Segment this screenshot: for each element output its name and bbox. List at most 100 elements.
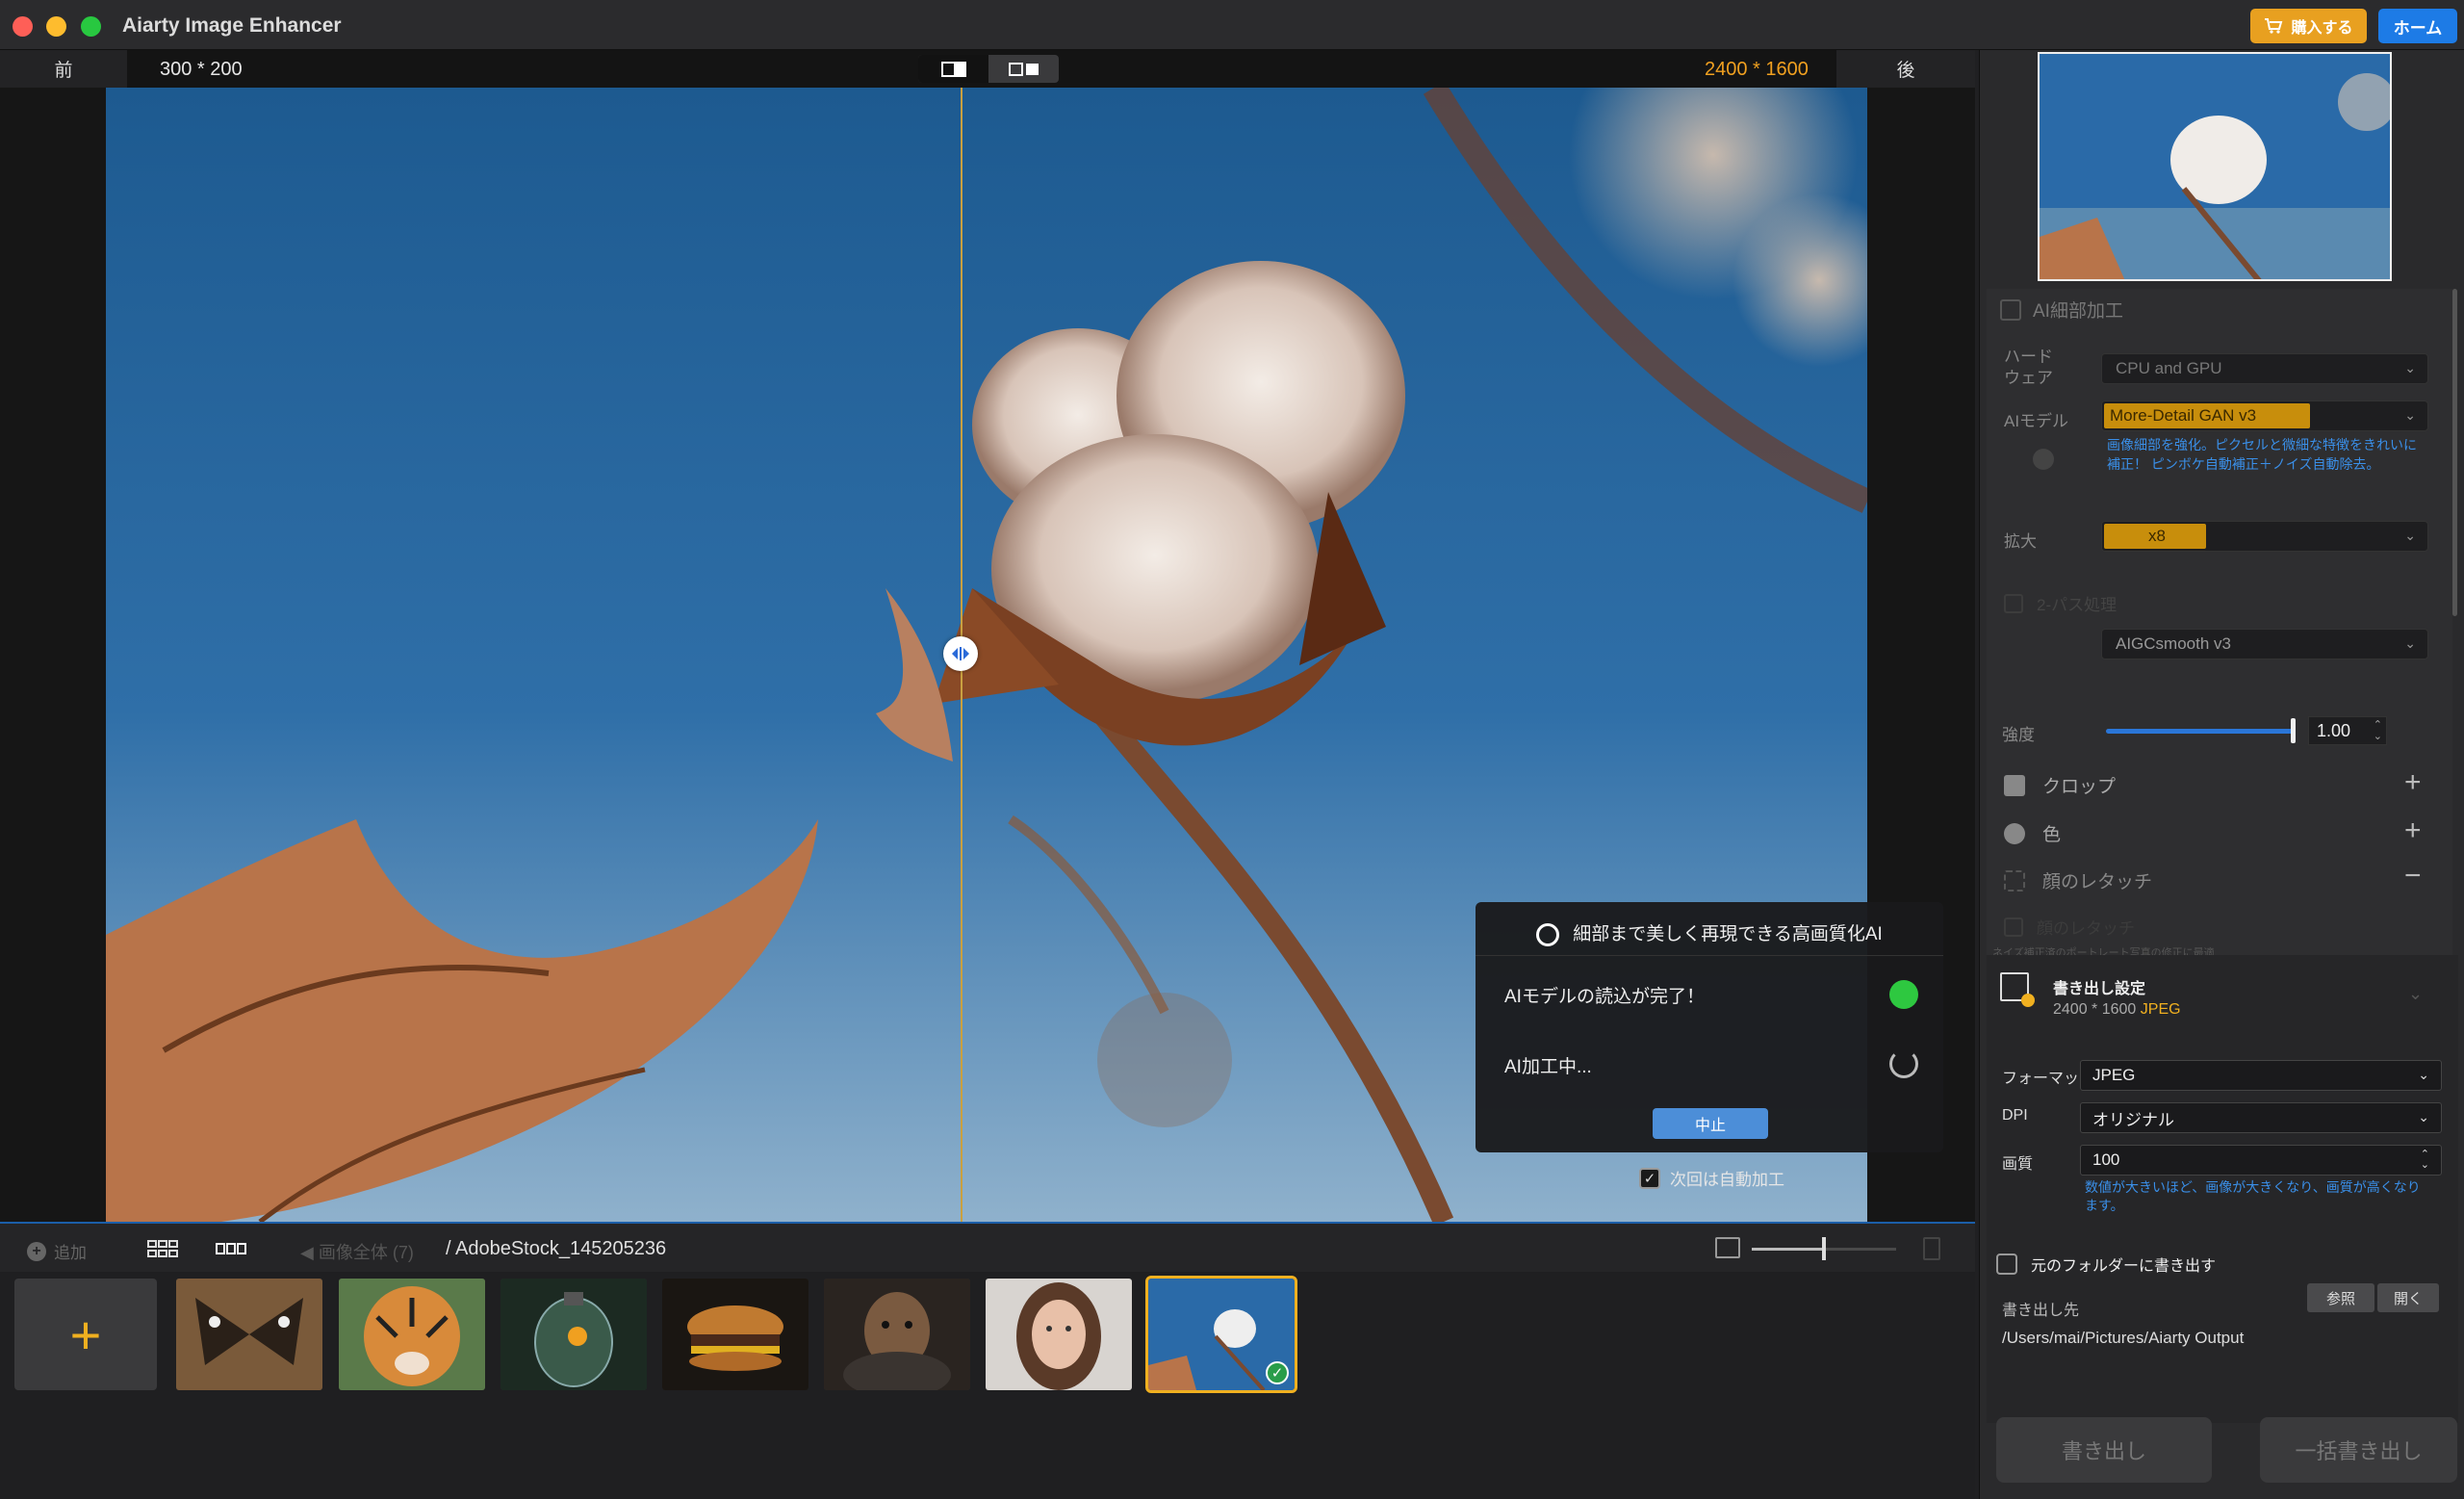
crop-row[interactable]: クロップ: [2004, 772, 2116, 798]
scale-label: 拡大: [2004, 532, 2037, 551]
title-bar: Aiarty Image Enhancer 購入する ホーム: [0, 0, 2464, 50]
export-settings-title: 書き出し設定: [2053, 981, 2146, 997]
destination-path: /Users/mai/Pictures/Aiarty Output: [2002, 1329, 2245, 1347]
minimize-window-button[interactable]: [46, 16, 66, 37]
zoom-slider-fill: [1752, 1248, 1824, 1251]
trash-icon[interactable]: [1923, 1237, 1940, 1260]
chevron-down-icon: ⌄: [2404, 360, 2416, 375]
export-to-original-folder-checkbox[interactable]: 元のフォルダーに書き出す: [1996, 1253, 2216, 1276]
close-window-button[interactable]: [13, 16, 33, 37]
home-button[interactable]: ホーム: [2378, 9, 2457, 43]
strength-slider[interactable]: [2106, 729, 2293, 734]
stepper-icon[interactable]: ⌃ ⌄: [2374, 719, 2382, 742]
destination-label: 書き出し先: [2002, 1303, 2080, 1319]
buy-button-label: 購入する: [2291, 20, 2353, 37]
checkbox-icon: [1996, 1253, 2017, 1275]
app-window: Aiarty Image Enhancer 購入する ホーム 前 300 * 2…: [0, 0, 2464, 1499]
stepper-icon[interactable]: ⌃ ⌄: [2421, 1150, 2429, 1171]
crop-label: クロップ: [2042, 777, 2117, 797]
current-image-path: / AdobeStock_145205236: [446, 1238, 667, 1259]
format-select[interactable]: JPEG ⌄: [2080, 1060, 2442, 1091]
help-icon[interactable]: [2033, 449, 2054, 470]
expand-color-button[interactable]: +: [2404, 814, 2422, 847]
two-pass-checkbox[interactable]: 2-パス処理: [2004, 591, 2117, 615]
add-circle-icon: +: [27, 1241, 46, 1261]
second-model-select[interactable]: AIGCsmooth v3 ⌄: [2101, 629, 2428, 659]
status-ok-icon: [1889, 980, 1918, 1009]
add-thumbnail-button[interactable]: +: [14, 1279, 157, 1390]
color-row[interactable]: 色: [2004, 820, 2061, 846]
dpi-select[interactable]: オリジナル ⌄: [2080, 1102, 2442, 1133]
filmstrip-toolbar: + 追加 ◀ 画像全体 (7) / AdobeStock_145205236: [0, 1222, 1975, 1272]
hardware-label: ハードウェア: [2004, 348, 2053, 387]
thumbnail-cotton[interactable]: ✓: [1145, 1276, 1297, 1393]
auto-process-label: 次回は自動加工: [1670, 1171, 1784, 1189]
after-size: 2400 * 1600: [1705, 59, 1809, 80]
chevron-down-icon: ⌄: [2418, 1109, 2429, 1124]
chevron-down-icon: ⌄: [2418, 1067, 2429, 1082]
ai-model-select[interactable]: More-Detail GAN v3 ⌄: [2101, 401, 2428, 431]
before-size: 300 * 200: [160, 59, 243, 80]
open-folder-button[interactable]: 開く: [2377, 1283, 2439, 1312]
collapse-export-icon[interactable]: ⌄: [2408, 984, 2423, 1004]
chevron-down-icon: ⌄: [2404, 635, 2416, 651]
quality-input[interactable]: 100 ⌃ ⌄: [2080, 1145, 2442, 1176]
face-retouch-checkbox[interactable]: 顔のレタッチ: [2004, 915, 2135, 939]
add-image-button[interactable]: + 追加: [27, 1239, 87, 1263]
scale-value: x8: [2104, 524, 2206, 549]
image-size-icon: [1715, 1237, 1740, 1258]
auto-process-checkbox[interactable]: ✓ 次回は自動加工: [1639, 1166, 1784, 1190]
thumbnail-dog-portrait[interactable]: [824, 1279, 970, 1390]
grid-view-icon[interactable]: [144, 1237, 181, 1260]
thumbnail-woman-portrait[interactable]: [986, 1279, 1132, 1390]
export-format-tag: JPEG: [2140, 1001, 2181, 1018]
export-summary: 2400 * 1600 JPEG: [2053, 1001, 2181, 1019]
panel-scrollbar[interactable]: [2452, 289, 2457, 616]
stop-button[interactable]: 中止: [1653, 1108, 1768, 1139]
scale-select[interactable]: x8 ⌄: [2101, 521, 2428, 552]
side-by-side-view-button[interactable]: [988, 55, 1059, 83]
thumbnail-terrarium[interactable]: [500, 1279, 647, 1390]
face-retouch-sub-label: 顔のレタッチ: [2037, 919, 2135, 938]
export-button[interactable]: 書き出し: [1996, 1417, 2212, 1483]
ai-detail-toggle[interactable]: AI細部加工: [2000, 297, 2123, 323]
strength-value: 1.00: [2317, 720, 2351, 740]
face-icon: [2004, 869, 2025, 892]
quality-value: 100: [2092, 1150, 2120, 1169]
format-value: JPEG: [2092, 1066, 2136, 1084]
hardware-select[interactable]: CPU and GPU ⌄: [2101, 353, 2428, 384]
processing-status-text: AI加工中...: [1504, 1057, 1592, 1077]
after-label: 後: [1836, 50, 1975, 88]
processing-dialog: 細部まで美しく再現できる高画質化AI AIモデルの読込が完了！ AI加工中...…: [1476, 902, 1943, 1152]
strength-slider-knob[interactable]: [2291, 718, 2296, 743]
strength-input[interactable]: 1.00 ⌃ ⌄: [2308, 716, 2387, 745]
browse-button[interactable]: 参照: [2307, 1283, 2374, 1312]
split-arrows-icon: [952, 647, 969, 660]
split-view-button[interactable]: [918, 55, 988, 83]
compare-split-handle[interactable]: [943, 636, 978, 671]
strength-label: 強度: [2002, 726, 2035, 744]
face-retouch-row[interactable]: 顔のレタッチ: [2004, 867, 2152, 893]
thumbnail-burger[interactable]: [662, 1279, 808, 1390]
zoom-slider-knob[interactable]: [1822, 1237, 1826, 1260]
thumbnail-strip: + ✓: [0, 1272, 1975, 1499]
split-view-icon: [940, 61, 966, 77]
cart-icon: [2265, 18, 2283, 34]
maximize-window-button[interactable]: [81, 16, 101, 37]
add-label: 追加: [54, 1244, 87, 1262]
hardware-value: CPU and GPU: [2116, 359, 2222, 377]
chevron-down-icon: ⌄: [2404, 407, 2416, 423]
back-to-all-button[interactable]: ◀ 画像全体 (7): [300, 1239, 414, 1264]
gear-icon: [2021, 994, 2035, 1007]
checkbox-icon: [2004, 593, 2023, 613]
thumbnail-tiger[interactable]: [339, 1279, 485, 1390]
navigator-preview[interactable]: [2038, 52, 2392, 281]
filmstrip-view-icon[interactable]: [214, 1237, 248, 1260]
two-pass-label: 2-パス処理: [2037, 596, 2118, 614]
dpi-value: オリジナル: [2092, 1110, 2174, 1129]
thumbnail-butterfly[interactable]: [176, 1279, 322, 1390]
batch-export-button[interactable]: 一括書き出し: [2260, 1417, 2457, 1483]
buy-button[interactable]: 購入する: [2250, 9, 2367, 43]
expand-crop-button[interactable]: +: [2404, 766, 2422, 799]
collapse-face-button[interactable]: −: [2404, 860, 2422, 892]
